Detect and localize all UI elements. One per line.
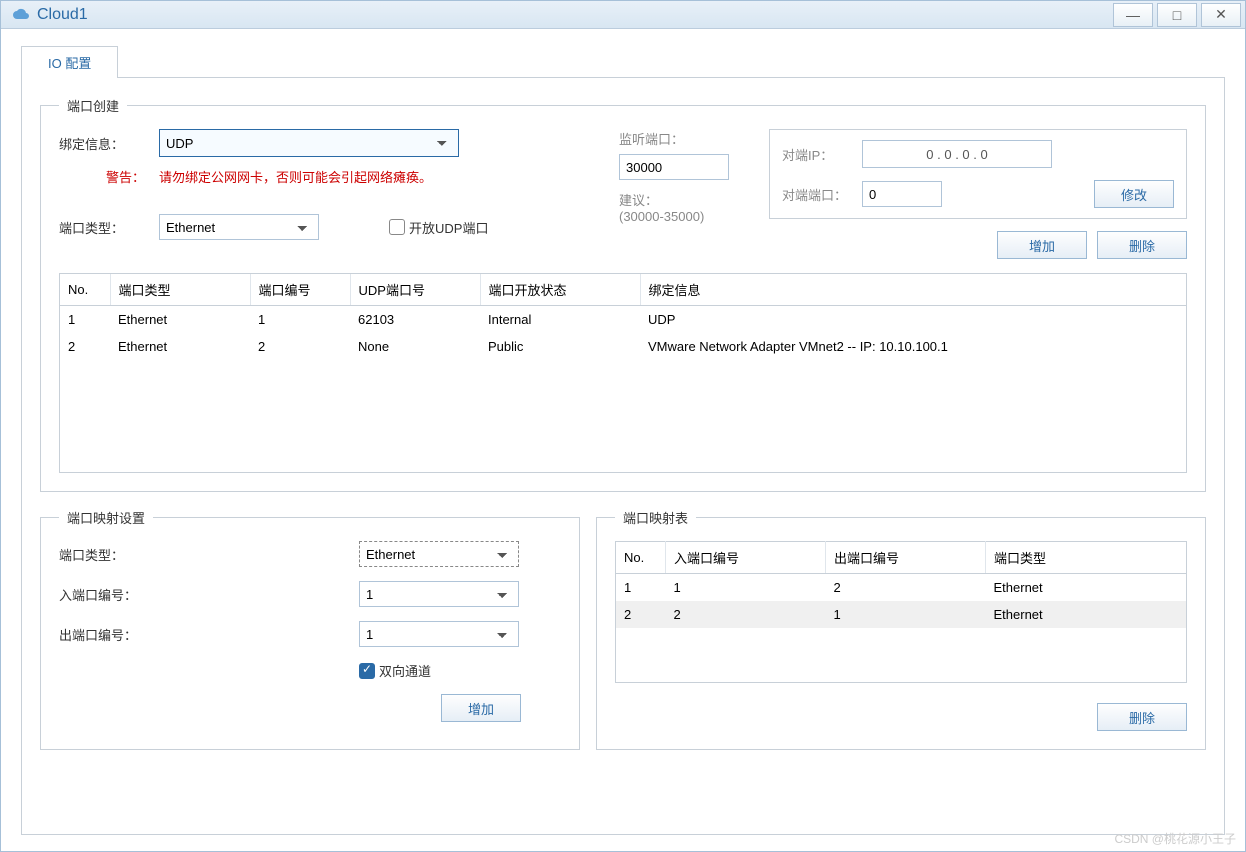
table-row[interactable]: 2 2 1 Ethernet bbox=[616, 601, 1187, 628]
tab-io-config[interactable]: IO 配置 bbox=[21, 46, 118, 78]
bidir-label: 双向通道 bbox=[379, 661, 431, 680]
port-table-wrapper: No. 端口类型 端口编号 UDP端口号 端口开放状态 绑定信息 1 Ether… bbox=[59, 273, 1187, 473]
col-open: 端口开放状态 bbox=[480, 274, 640, 306]
map-out-select[interactable]: 1 bbox=[359, 621, 519, 647]
map-in-select[interactable]: 1 bbox=[359, 581, 519, 607]
table-row[interactable] bbox=[616, 628, 1187, 655]
table-row[interactable]: 1 1 2 Ethernet bbox=[616, 574, 1187, 602]
bidir-checkbox[interactable] bbox=[359, 663, 375, 679]
bind-info-label: 绑定信息： bbox=[59, 134, 159, 153]
port-map-table-group: 端口映射表 No. 入端口编号 出端口编号 端口类型 1 1 bbox=[596, 508, 1206, 750]
window-title: Cloud1 bbox=[37, 6, 1113, 24]
bind-info-select[interactable]: UDP bbox=[159, 129, 459, 157]
suggest-range: (30000-35000) bbox=[619, 209, 769, 224]
listen-port-label: 监听端口： bbox=[619, 129, 769, 148]
col-pno: 端口编号 bbox=[250, 274, 350, 306]
map-add-button[interactable]: 增加 bbox=[441, 694, 521, 722]
col-type: 端口类型 bbox=[110, 274, 250, 306]
peer-ip-input[interactable]: 0 . 0 . 0 . 0 bbox=[862, 140, 1052, 168]
open-udp-label: 开放UDP端口 bbox=[409, 218, 488, 237]
map-delete-button[interactable]: 删除 bbox=[1097, 703, 1187, 731]
close-button[interactable]: ✕ bbox=[1201, 3, 1241, 27]
map-out-label: 出端口编号： bbox=[59, 625, 359, 644]
titlebar: Cloud1 — □ ✕ bbox=[1, 1, 1245, 29]
port-type-label: 端口类型： bbox=[59, 218, 159, 237]
peer-box: 对端IP： 0 . 0 . 0 . 0 对端端口： 修改 bbox=[769, 129, 1187, 219]
mcol-out: 出端口编号 bbox=[826, 542, 986, 574]
port-map-table: No. 入端口编号 出端口编号 端口类型 1 1 2 Ethernet bbox=[615, 541, 1187, 683]
map-port-type-select[interactable]: Ethernet bbox=[359, 541, 519, 567]
map-in-label: 入端口编号： bbox=[59, 585, 359, 604]
window-controls: — □ ✕ bbox=[1113, 3, 1241, 27]
warning-label: 警告： bbox=[59, 167, 159, 186]
peer-ip-label: 对端IP： bbox=[782, 145, 862, 164]
tab-pane: 端口创建 绑定信息： UDP 警告： 请勿绑定公网网卡，否则可能会引起网络瘫痪。 bbox=[21, 77, 1225, 835]
table-row[interactable]: 1 Ethernet 1 62103 Internal UDP bbox=[60, 306, 1186, 334]
maximize-button[interactable]: □ bbox=[1157, 3, 1197, 27]
port-delete-button[interactable]: 删除 bbox=[1097, 231, 1187, 259]
app-window: Cloud1 — □ ✕ IO 配置 端口创建 绑定信息： UDP bbox=[0, 0, 1246, 852]
content-area: IO 配置 端口创建 绑定信息： UDP 警告： 请勿绑定公网网卡，否则可能会引 bbox=[1, 29, 1245, 851]
peer-port-label: 对端端口： bbox=[782, 185, 862, 204]
col-no: No. bbox=[60, 274, 110, 306]
port-map-set-legend: 端口映射设置 bbox=[59, 508, 153, 527]
port-add-button[interactable]: 增加 bbox=[997, 231, 1087, 259]
port-create-group: 端口创建 绑定信息： UDP 警告： 请勿绑定公网网卡，否则可能会引起网络瘫痪。 bbox=[40, 96, 1206, 492]
port-map-table-legend: 端口映射表 bbox=[615, 508, 696, 527]
minimize-button[interactable]: — bbox=[1113, 3, 1153, 27]
map-port-type-label: 端口类型： bbox=[59, 545, 359, 564]
open-udp-checkbox[interactable] bbox=[389, 219, 405, 235]
mcol-type: 端口类型 bbox=[986, 542, 1187, 574]
modify-button[interactable]: 修改 bbox=[1094, 180, 1174, 208]
port-create-legend: 端口创建 bbox=[59, 96, 127, 115]
warning-text: 请勿绑定公网网卡，否则可能会引起网络瘫痪。 bbox=[159, 167, 432, 186]
col-bind: 绑定信息 bbox=[640, 274, 1186, 306]
listen-port-input[interactable] bbox=[619, 154, 729, 180]
suggest-label: 建议： bbox=[619, 190, 769, 209]
port-type-select[interactable]: Ethernet bbox=[159, 214, 319, 240]
watermark: CSDN @桃花源小王子 bbox=[1114, 830, 1236, 847]
table-row[interactable]: 2 Ethernet 2 None Public VMware Network … bbox=[60, 333, 1186, 360]
app-cloud-icon bbox=[11, 5, 31, 25]
tab-bar: IO 配置 bbox=[21, 45, 1225, 77]
mcol-no: No. bbox=[616, 542, 666, 574]
table-row[interactable] bbox=[616, 655, 1187, 683]
port-table: No. 端口类型 端口编号 UDP端口号 端口开放状态 绑定信息 1 Ether… bbox=[60, 274, 1186, 360]
port-map-set-group: 端口映射设置 端口类型： Ethernet 入端口编号： 1 出端口编号： 1 bbox=[40, 508, 580, 750]
mcol-in: 入端口编号 bbox=[666, 542, 826, 574]
peer-port-input[interactable] bbox=[862, 181, 942, 207]
col-udp: UDP端口号 bbox=[350, 274, 480, 306]
